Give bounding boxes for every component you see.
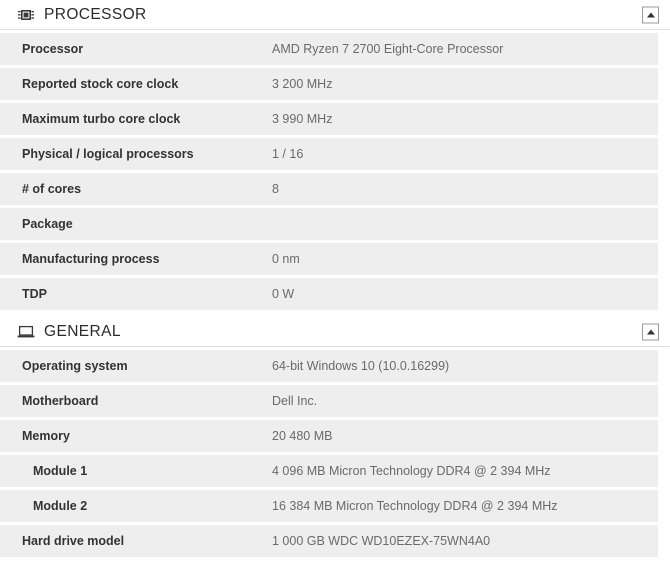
table-row: Module 2 16 384 MB Micron Technology DDR4…	[0, 490, 658, 522]
row-label: # of cores	[22, 182, 82, 196]
row-value: 3 990 MHz	[272, 112, 333, 126]
row-value: 8	[272, 182, 279, 196]
row-label: Memory	[22, 429, 70, 443]
row-value: 0 nm	[272, 252, 300, 266]
table-row: # of cores 8	[0, 173, 658, 205]
row-value: 64-bit Windows 10 (10.0.16299)	[272, 359, 450, 373]
row-value: 4 096 MB Micron Technology DDR4 @ 2 394 …	[272, 464, 551, 478]
laptop-icon	[16, 324, 36, 340]
row-label: TDP	[22, 287, 47, 301]
row-value: 3 200 MHz	[272, 77, 333, 91]
row-value: AMD Ryzen 7 2700 Eight-Core Processor	[272, 42, 504, 56]
table-row: Memory 20 480 MB	[0, 420, 658, 452]
collapse-up-icon	[646, 329, 655, 334]
table-row: Physical / logical processors 1 / 16	[0, 138, 658, 170]
table-row: Hard drive model 1 000 GB WDC WD10EZEX-75…	[0, 525, 658, 557]
system-info-panel: PROCESSOR Processor AMD Ryzen 7 2700 Eight…	[0, 0, 670, 557]
section-processor: PROCESSOR Processor AMD Ryzen 7 2700 Eight…	[0, 0, 670, 310]
row-label: Manufacturing process	[22, 252, 160, 266]
section-title-processor: PROCESSOR	[44, 5, 147, 23]
row-value: 16 384 MB Micron Technology DDR4 @ 2 394…	[272, 499, 558, 513]
table-row: TDP 0 W	[0, 278, 658, 310]
table-row: Reported stock core clock 3 200 MHz	[0, 68, 658, 100]
section-header-processor[interactable]: PROCESSOR	[0, 0, 670, 30]
section-title-general: GENERAL	[44, 322, 121, 340]
table-row: Operating system 64-bit Windows 10 (10.0.…	[0, 350, 658, 382]
row-value: 20 480 MB	[272, 429, 333, 443]
collapse-up-icon	[646, 12, 655, 17]
row-label: Operating system	[22, 359, 128, 373]
row-value: 1 000 GB WDC WD10EZEX-75WN4A0	[272, 534, 491, 548]
section-rows-general: Operating system 64-bit Windows 10 (10.0.…	[0, 347, 670, 557]
row-label: Physical / logical processors	[22, 147, 194, 161]
row-value: 1 / 16	[272, 147, 304, 161]
collapse-button-processor[interactable]	[642, 6, 659, 23]
collapse-button-general[interactable]	[642, 323, 659, 340]
row-label: Processor	[22, 42, 84, 56]
cpu-chip-icon	[16, 7, 36, 23]
section-general: GENERAL Operating system 64-bit Windows 10…	[0, 317, 670, 557]
row-label: Module 2	[33, 499, 88, 513]
section-header-general[interactable]: GENERAL	[0, 317, 670, 347]
row-label: Reported stock core clock	[22, 77, 179, 91]
section-rows-processor: Processor AMD Ryzen 7 2700 Eight-Core Pro…	[0, 30, 670, 310]
row-label: Hard drive model	[22, 534, 125, 548]
row-value: 0 W	[272, 287, 295, 301]
table-row: Processor AMD Ryzen 7 2700 Eight-Core Pro…	[0, 33, 658, 65]
table-row: Maximum turbo core clock 3 990 MHz	[0, 103, 658, 135]
table-row: Module 1 4 096 MB Micron Technology DDR4 …	[0, 455, 658, 487]
row-label: Package	[22, 217, 73, 231]
table-row: Manufacturing process 0 nm	[0, 243, 658, 275]
table-row: Package	[0, 208, 658, 240]
row-label: Module 1	[33, 464, 88, 478]
row-label: Maximum turbo core clock	[22, 112, 181, 126]
table-row: Motherboard Dell Inc.	[0, 385, 658, 417]
row-value: Dell Inc.	[272, 394, 318, 408]
row-label: Motherboard	[22, 394, 99, 408]
